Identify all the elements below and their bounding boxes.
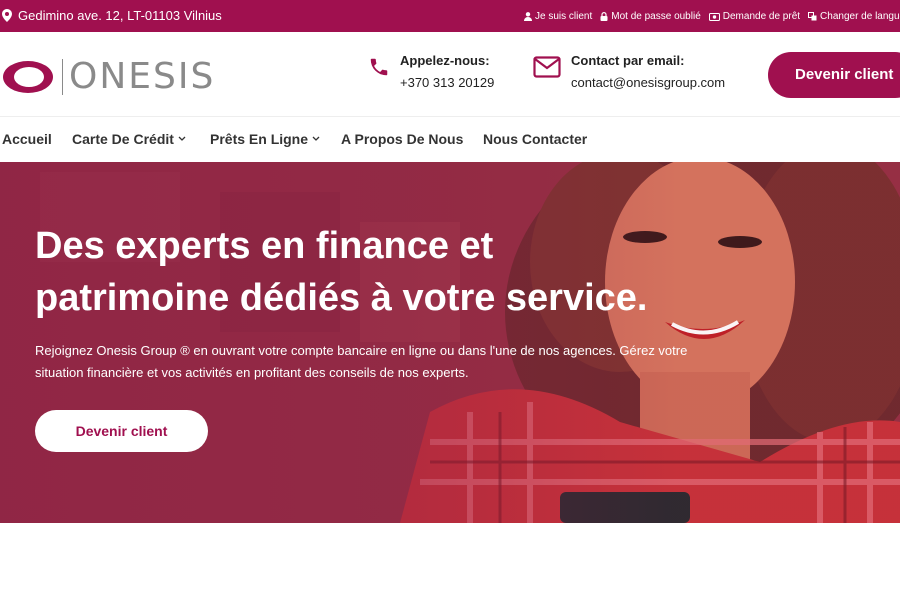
email-address[interactable]: contact@onesisgroup.com xyxy=(571,72,725,94)
logo-divider xyxy=(62,58,63,95)
phone-label: Appelez-nous: xyxy=(400,53,490,68)
main-nav: Accueil Carte De Crédit Prêts En Ligne A… xyxy=(0,116,900,162)
user-icon xyxy=(524,12,532,21)
hero-banner: Des experts en finance et patrimoine déd… xyxy=(0,162,900,523)
phone-contact[interactable]: Appelez-nous: +370 313 20129 xyxy=(368,50,494,94)
chevron-down-icon xyxy=(178,136,186,141)
header: ONESIS Appelez-nous: +370 313 20129 Cont… xyxy=(0,32,900,116)
logo[interactable]: ONESIS xyxy=(2,56,215,97)
lock-icon xyxy=(600,12,608,21)
translate-icon xyxy=(808,12,817,21)
become-client-button[interactable]: Devenir client xyxy=(768,52,900,98)
nav-item-carte-credit[interactable]: Carte De Crédit xyxy=(72,131,186,147)
top-link-client[interactable]: Je suis client xyxy=(524,11,592,22)
email-label: Contact par email: xyxy=(571,53,685,68)
top-link-password[interactable]: Mot de passe oublié xyxy=(600,11,701,22)
logo-mark-icon xyxy=(3,60,53,93)
email-contact[interactable]: Contact par email: contact@onesisgroup.c… xyxy=(533,50,725,94)
hero-become-client-button[interactable]: Devenir client xyxy=(35,410,208,452)
top-link-loan[interactable]: Demande de prêt xyxy=(708,11,800,22)
brand-name: ONESIS xyxy=(69,56,216,97)
money-icon xyxy=(708,12,720,21)
chevron-down-icon xyxy=(312,136,320,141)
mail-icon xyxy=(533,56,561,78)
nav-item-accueil[interactable]: Accueil xyxy=(2,131,52,147)
hero-description: Rejoignez Onesis Group ® en ouvrant votr… xyxy=(35,343,688,380)
address-text: Gedimino ave. 12, LT-01103 Vilnius xyxy=(18,8,222,23)
address: Gedimino ave. 12, LT-01103 Vilnius xyxy=(2,8,222,23)
phone-icon xyxy=(370,58,388,76)
nav-item-prets-en-ligne[interactable]: Prêts En Ligne xyxy=(210,131,320,147)
nav-item-contact[interactable]: Nous Contacter xyxy=(483,131,587,147)
nav-item-a-propos[interactable]: A Propos De Nous xyxy=(341,131,463,147)
location-pin-icon xyxy=(2,9,12,22)
phone-number[interactable]: +370 313 20129 xyxy=(400,72,494,94)
top-links: Je suis client Mot de passe oublié Deman… xyxy=(524,11,900,22)
top-link-language[interactable]: Changer de langue xyxy=(808,11,900,22)
hero-title: Des experts en finance et patrimoine déd… xyxy=(35,225,648,319)
top-bar: Gedimino ave. 12, LT-01103 Vilnius Je su… xyxy=(0,0,900,32)
